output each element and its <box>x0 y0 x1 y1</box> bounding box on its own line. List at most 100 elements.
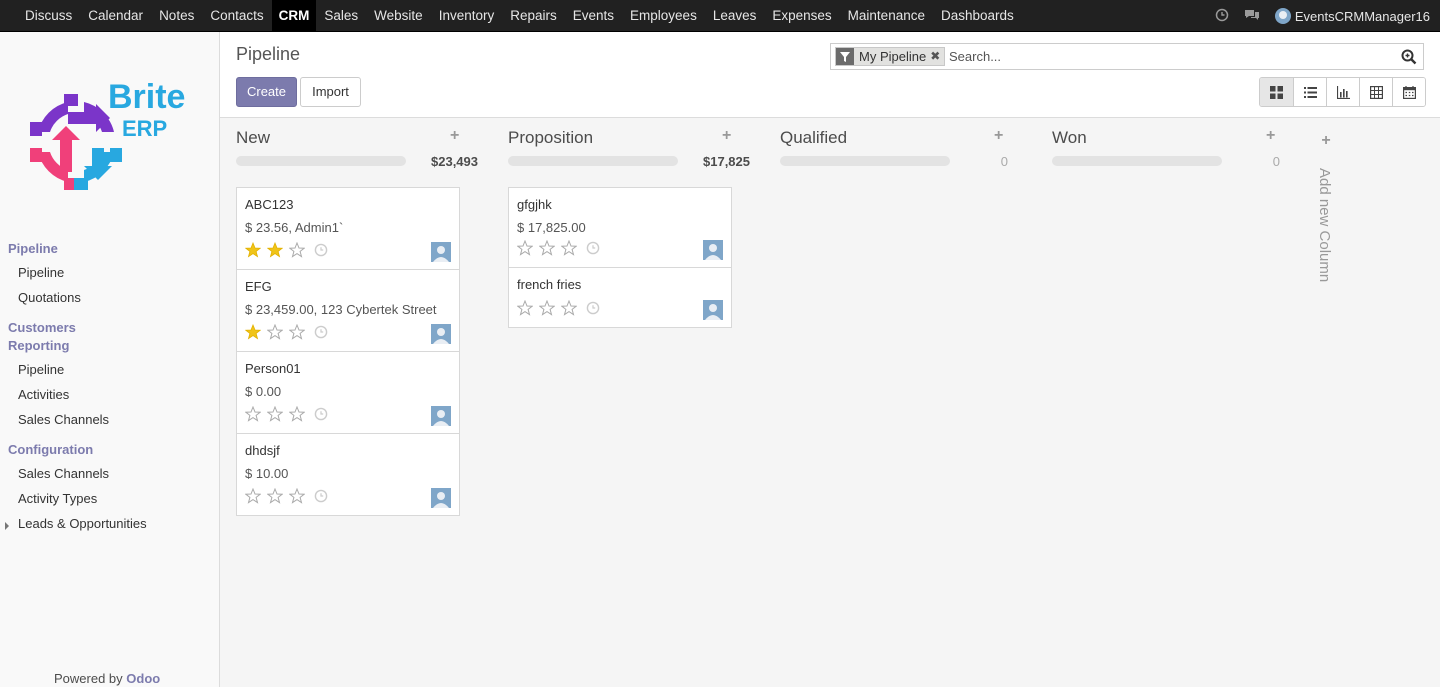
menu-repairs[interactable]: Repairs <box>502 0 565 32</box>
column-title[interactable]: New <box>236 128 270 148</box>
priority-star-icon[interactable] <box>561 300 577 316</box>
brite-erp-logo[interactable]: Brite ERP <box>26 72 196 202</box>
sidebar-item-quotations[interactable]: Quotations <box>18 290 81 305</box>
user-menu[interactable]: EventsCRMManager16 <box>1267 8 1440 24</box>
quick-create-plus-icon[interactable]: + <box>450 127 459 145</box>
messages-chat-icon[interactable] <box>1237 8 1267 25</box>
menu-events[interactable]: Events <box>565 0 622 32</box>
powered-by-brand-link[interactable]: Odoo <box>126 671 160 686</box>
kanban-card[interactable]: gfgjhk $ 17,825.00 <box>509 188 731 267</box>
salesperson-avatar-icon[interactable] <box>703 240 723 260</box>
salesperson-avatar-icon[interactable] <box>431 406 451 426</box>
search-bar[interactable]: My Pipeline ✖ <box>830 43 1424 70</box>
activity-clock-icon[interactable] <box>314 243 328 257</box>
sidebar-item-activities[interactable]: Activities <box>18 387 69 402</box>
kanban-card[interactable]: french fries <box>509 267 731 327</box>
priority-star-icon[interactable] <box>289 242 305 258</box>
sidebar-section-reporting[interactable]: Reporting <box>8 338 69 353</box>
priority-star-icon[interactable] <box>561 240 577 256</box>
card-name: french fries <box>517 277 582 292</box>
priority-star-icon[interactable] <box>245 242 261 258</box>
quick-create-plus-icon[interactable]: + <box>722 127 731 145</box>
add-column-label[interactable]: Add new Column <box>1316 168 1333 282</box>
sidebar-item-sales-channels[interactable]: Sales Channels <box>18 412 109 427</box>
priority-star-icon[interactable] <box>245 406 261 422</box>
priority-star-icon[interactable] <box>517 240 533 256</box>
menu-discuss[interactable]: Discuss <box>17 0 80 32</box>
sidebar-item-activity-types[interactable]: Activity Types <box>18 491 97 506</box>
priority-star-icon[interactable] <box>267 242 283 258</box>
list-view-icon[interactable] <box>1293 78 1326 106</box>
quick-create-plus-icon[interactable]: + <box>1266 127 1275 145</box>
menu-maintenance[interactable]: Maintenance <box>840 0 933 32</box>
search-icon[interactable] <box>1401 49 1417 65</box>
priority-star-icon[interactable] <box>539 300 555 316</box>
priority-star-icon[interactable] <box>245 324 261 340</box>
column-title[interactable]: Proposition <box>508 128 593 148</box>
activity-clock-icon[interactable] <box>314 325 328 339</box>
menu-leaves[interactable]: Leaves <box>705 0 765 32</box>
card-name: dhdsjf <box>245 443 280 458</box>
priority-star-icon[interactable] <box>245 488 261 504</box>
salesperson-avatar-icon[interactable] <box>431 324 451 344</box>
activity-clock-icon[interactable] <box>1207 8 1237 25</box>
caret-right-icon[interactable] <box>5 522 9 530</box>
sidebar-item-pipeline[interactable]: Pipeline <box>18 265 64 280</box>
sidebar-item-reporting-pipeline[interactable]: Pipeline <box>18 362 64 377</box>
column-title[interactable]: Qualified <box>780 128 847 148</box>
salesperson-avatar-icon[interactable] <box>703 300 723 320</box>
column-progress-bar[interactable] <box>508 156 678 166</box>
priority-star-icon[interactable] <box>289 324 305 340</box>
quick-create-plus-icon[interactable]: + <box>994 127 1003 145</box>
activity-clock-icon[interactable] <box>586 301 600 315</box>
sidebar-item-leads-opportunities[interactable]: Leads & Opportunities <box>18 516 147 531</box>
priority-star-icon[interactable] <box>267 406 283 422</box>
column-progress-bar[interactable] <box>1052 156 1222 166</box>
salesperson-avatar-icon[interactable] <box>431 242 451 262</box>
kanban-card[interactable]: EFG $ 23,459.00, 123 Cybertek Street <box>237 269 459 351</box>
sidebar-section-customers[interactable]: Customers <box>8 320 76 335</box>
menu-notes[interactable]: Notes <box>151 0 202 32</box>
facet-remove-icon[interactable]: ✖ <box>930 48 944 65</box>
sidebar-item-config-sales-channels[interactable]: Sales Channels <box>18 466 109 481</box>
column-progress-bar[interactable] <box>236 156 406 166</box>
add-column-plus-icon[interactable]: + <box>1316 132 1336 150</box>
kanban-card[interactable]: dhdsjf $ 10.00 <box>237 433 459 515</box>
column-title[interactable]: Won <box>1052 128 1087 148</box>
import-button[interactable]: Import <box>300 77 361 107</box>
salesperson-avatar-icon[interactable] <box>431 488 451 508</box>
activity-clock-icon[interactable] <box>314 407 328 421</box>
sidebar-section-pipeline[interactable]: Pipeline <box>8 241 58 256</box>
calendar-view-icon[interactable] <box>1392 78 1425 106</box>
menu-employees[interactable]: Employees <box>622 0 705 32</box>
priority-star-icon[interactable] <box>539 240 555 256</box>
kanban-card[interactable]: Person01 $ 0.00 <box>237 351 459 433</box>
menu-contacts[interactable]: Contacts <box>202 0 271 32</box>
priority-star-icon[interactable] <box>289 406 305 422</box>
column-progress-bar[interactable] <box>780 156 950 166</box>
priority-star-icon[interactable] <box>517 300 533 316</box>
search-input[interactable] <box>949 47 1389 66</box>
card-name: EFG <box>245 279 272 294</box>
priority-star-icon[interactable] <box>289 488 305 504</box>
menu-inventory[interactable]: Inventory <box>431 0 503 32</box>
pivot-view-icon[interactable] <box>1359 78 1392 106</box>
priority-star-icon[interactable] <box>267 488 283 504</box>
kanban-card[interactable]: ABC123 $ 23.56, Admin1` <box>237 188 459 269</box>
menu-crm[interactable]: CRM <box>271 0 317 32</box>
sidebar-section-configuration[interactable]: Configuration <box>8 442 93 457</box>
menu-sales[interactable]: Sales <box>316 0 366 32</box>
menu-dashboards[interactable]: Dashboards <box>933 0 1022 32</box>
menu-website[interactable]: Website <box>366 0 431 32</box>
activity-clock-icon[interactable] <box>314 489 328 503</box>
add-column[interactable]: + Add new Column <box>1316 132 1336 282</box>
filter-funnel-icon <box>836 48 854 65</box>
menu-calendar[interactable]: Calendar <box>80 0 151 32</box>
activity-clock-icon[interactable] <box>586 241 600 255</box>
graph-view-icon[interactable] <box>1326 78 1359 106</box>
column-total: 0 <box>1000 154 1008 169</box>
priority-star-icon[interactable] <box>267 324 283 340</box>
kanban-view-icon[interactable] <box>1260 78 1293 106</box>
menu-expenses[interactable]: Expenses <box>764 0 839 32</box>
create-button[interactable]: Create <box>236 77 297 107</box>
